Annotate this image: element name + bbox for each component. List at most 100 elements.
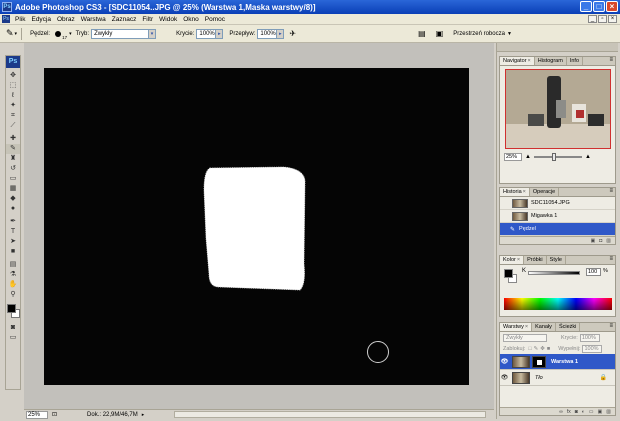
lock-transparency-icon[interactable]: □ — [528, 346, 531, 352]
gradient-tool-icon[interactable]: ▦ — [6, 184, 20, 194]
eraser-tool-icon[interactable]: ▭ — [6, 174, 20, 184]
tab-histogram[interactable]: Histogram — [535, 57, 567, 65]
history-state[interactable]: Migawka 1 — [500, 210, 615, 223]
lock-all-icon[interactable]: ■ — [547, 346, 550, 352]
shape-tool-icon[interactable]: ■ — [6, 247, 20, 257]
tab-info[interactable]: Info — [567, 57, 584, 65]
new-document-icon[interactable]: ▣ — [591, 238, 596, 244]
delete-state-icon[interactable]: ▥ — [606, 238, 611, 244]
menu-pomoc[interactable]: Pomoc — [202, 16, 228, 23]
menu-warstwa[interactable]: Warstwa — [78, 16, 109, 23]
menu-widok[interactable]: Widok — [156, 16, 180, 23]
slice-tool-icon[interactable]: ⟋ — [6, 121, 20, 131]
panel-toggle-icon[interactable]: ▤ — [418, 29, 426, 38]
ps-menu-icon[interactable]: Ps — [2, 15, 10, 23]
move-tool-icon[interactable]: ✥ — [6, 71, 20, 81]
blend-mode-select[interactable]: Zwykły — [503, 333, 547, 342]
new-group-icon[interactable]: ▭ — [589, 409, 594, 415]
zoom-tool-icon[interactable]: ⚲ — [6, 290, 20, 300]
doc-minimize-button[interactable]: _ — [588, 15, 597, 23]
panel-menu-icon[interactable]: ≡ — [609, 188, 613, 194]
flow-field[interactable]: 100% — [257, 28, 278, 39]
navigator-zoom-field[interactable]: 25% — [504, 153, 522, 161]
path-selection-tool-icon[interactable]: ➤ — [6, 237, 20, 247]
new-snapshot-icon[interactable]: ◘ — [599, 238, 602, 244]
menu-obraz[interactable]: Obraz — [54, 16, 78, 23]
pen-tool-icon[interactable]: ✒ — [6, 217, 20, 227]
tab-paths[interactable]: Ścieżki — [556, 323, 581, 331]
type-tool-icon[interactable]: T — [6, 227, 20, 237]
zoom-in-icon[interactable]: ▲ — [585, 154, 591, 160]
canvas[interactable] — [44, 68, 469, 385]
layer-row[interactable]: 👁 Warstwa 1 — [500, 354, 615, 370]
adjustment-layer-icon[interactable]: ◐ — [582, 409, 585, 415]
tab-actions[interactable]: Operacje — [530, 188, 560, 196]
tab-styles[interactable]: Style — [547, 256, 566, 264]
tab-swatches[interactable]: Próbki — [524, 256, 547, 264]
opacity-slider-icon[interactable]: ▸ — [216, 28, 224, 39]
airbrush-icon[interactable]: ✈ — [289, 29, 296, 38]
lock-image-icon[interactable]: ✎ — [534, 346, 539, 352]
zoom-out-icon[interactable]: ▲ — [525, 154, 531, 160]
maximize-button[interactable]: □ — [593, 1, 605, 12]
navigator-zoom-slider[interactable] — [533, 153, 582, 161]
lasso-tool-icon[interactable]: ℓ — [6, 91, 20, 101]
photoshop-app-icon[interactable]: Ps — [2, 2, 12, 12]
quick-mask-icon[interactable]: ◙ — [6, 323, 20, 333]
link-layers-icon[interactable]: ∞ — [559, 409, 563, 415]
eye-icon[interactable]: 👁 — [500, 374, 509, 381]
brush-tool-preset-icon[interactable]: ✎ — [6, 28, 14, 39]
flow-slider-icon[interactable]: ▸ — [277, 28, 285, 39]
channel-slider[interactable] — [528, 271, 580, 275]
close-button[interactable]: × — [606, 1, 618, 12]
tab-channels[interactable]: Kanały — [532, 323, 556, 331]
layer-row[interactable]: 👁 Tło 🔒 — [500, 370, 615, 386]
status-menu-icon[interactable]: ▸ — [142, 412, 145, 418]
lock-position-icon[interactable]: ✥ — [540, 346, 545, 352]
tab-layers[interactable]: Warstwy× — [500, 323, 533, 331]
menu-plik[interactable]: Plik — [12, 16, 28, 23]
dock-header[interactable] — [497, 43, 618, 52]
magic-wand-tool-icon[interactable]: ✦ — [6, 101, 20, 111]
menu-filtr[interactable]: Filtr — [139, 16, 156, 23]
history-state[interactable]: ✎ Pędzel — [500, 223, 615, 236]
menu-okno[interactable]: Okno — [180, 16, 202, 23]
marquee-tool-icon[interactable]: ⬚ — [6, 81, 20, 91]
new-layer-icon[interactable]: ▣ — [598, 409, 603, 415]
foreground-color-swatch[interactable] — [7, 304, 16, 313]
panel-menu-icon[interactable]: ≡ — [609, 57, 613, 63]
crop-tool-icon[interactable]: ⌗ — [6, 111, 20, 121]
brush-tool-icon[interactable]: ✎ — [6, 144, 20, 154]
doc-restore-button[interactable]: ▫ — [598, 15, 607, 23]
layer-opacity-field[interactable]: 100% — [579, 333, 600, 342]
delete-layer-icon[interactable]: ▥ — [606, 409, 611, 415]
menu-edycja[interactable]: Edycja — [28, 16, 54, 23]
tab-history[interactable]: Historia× — [500, 188, 530, 196]
zoom-field[interactable]: 25% — [26, 410, 48, 419]
navigator-thumbnail[interactable] — [505, 69, 611, 149]
minimize-button[interactable]: _ — [580, 1, 592, 12]
brush-dropdown-icon[interactable]: ▾ — [69, 31, 72, 37]
workspace-dropdown-icon[interactable]: ▼ — [507, 31, 512, 37]
dodge-tool-icon[interactable]: ● — [6, 204, 20, 214]
tab-navigator[interactable]: Navigator× — [500, 57, 535, 65]
layer-style-icon[interactable]: fx — [567, 409, 571, 415]
menu-zaznacz[interactable]: Zaznacz — [109, 16, 140, 23]
mode-dropdown-icon[interactable]: ▾ — [149, 28, 157, 39]
status-icon[interactable]: ⊡ — [52, 411, 57, 418]
layer-mask-thumbnail[interactable] — [532, 355, 546, 368]
channel-value-field[interactable]: 100 — [586, 268, 601, 276]
mode-select[interactable]: Zwykły — [91, 28, 150, 39]
preset-dropdown-icon[interactable]: ▾ — [15, 31, 18, 37]
brush-preview-icon[interactable] — [55, 30, 62, 37]
color-spectrum[interactable] — [504, 298, 612, 310]
notes-tool-icon[interactable]: ▤ — [6, 260, 20, 270]
color-foreground-swatch[interactable] — [504, 269, 513, 278]
history-brush-tool-icon[interactable]: ↺ — [6, 164, 20, 174]
doc-close-button[interactable]: × — [608, 15, 617, 23]
panel-menu-icon[interactable]: ≡ — [609, 256, 613, 262]
history-state[interactable]: SDC11054.JPG — [500, 197, 615, 210]
hand-tool-icon[interactable]: ✋ — [6, 280, 20, 290]
blur-tool-icon[interactable]: ◆ — [6, 194, 20, 204]
eyedropper-tool-icon[interactable]: ⚗ — [6, 270, 20, 280]
